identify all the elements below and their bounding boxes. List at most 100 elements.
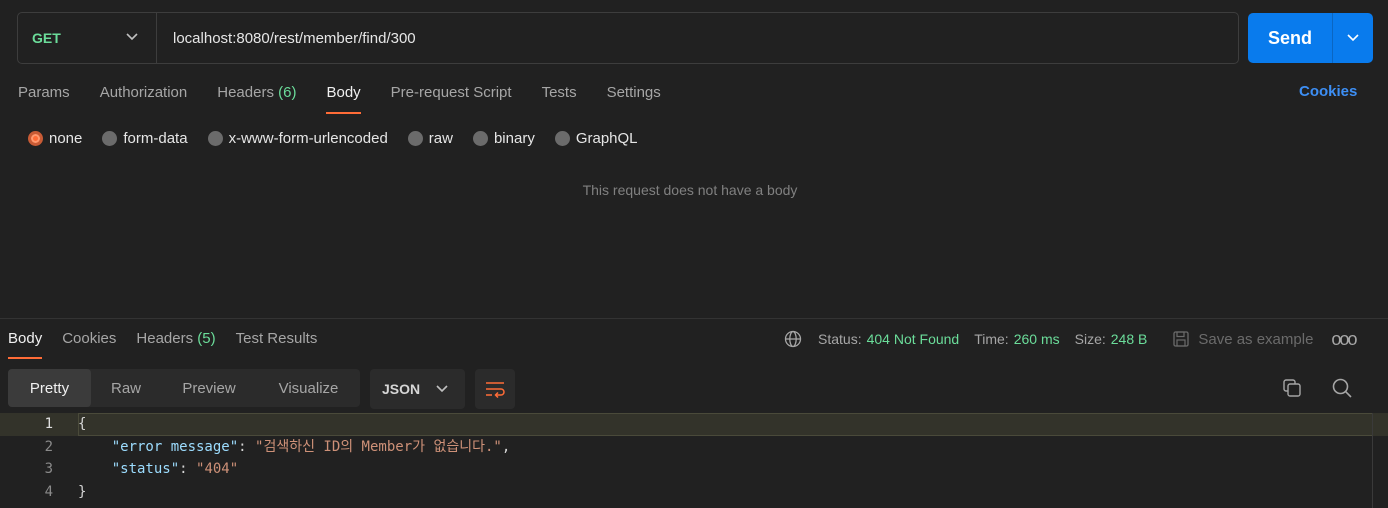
radio-none[interactable]: none [28,128,82,148]
tab-label: Params [18,84,70,101]
line-number: 2 [44,438,53,455]
radio-icon [207,130,223,146]
code-text: } [78,481,86,504]
code-text: { [78,413,86,436]
time-label: Time: [974,331,1009,347]
tab-label: Settings [606,84,661,101]
radio-label: x-www-form-urlencoded [228,129,388,147]
globe-icon[interactable] [784,330,802,348]
editor-scrollbar-track[interactable] [1372,413,1373,508]
radio-icon [554,130,570,146]
headers-count: (5) [197,330,216,347]
response-code-editor[interactable]: 1 { 2 "error message": "검색하신 ID의 Member가… [0,413,1388,503]
code-text: "error message": "검색하신 ID의 Member가 없습니다.… [111,438,511,455]
tab-headers[interactable]: Headers (6) [217,82,296,114]
chevron-down-icon [126,33,138,41]
line-number: 1 [44,416,53,432]
radio-checked-icon [28,130,43,146]
url-input[interactable]: localhost:8080/rest/member/find/300 [157,30,1238,47]
wrap-lines-button[interactable] [475,369,515,409]
tab-response-cookies[interactable]: Cookies [62,329,116,359]
line-number: 3 [44,461,53,477]
radio-label: raw [428,129,453,147]
time-indicator[interactable]: Time: 260 ms [974,331,1059,347]
method-label: GET [32,30,61,46]
time-value: 260 ms [1013,331,1060,347]
code-brace: { [78,416,87,432]
radio-form-data[interactable]: form-data [102,128,188,148]
save-as-example-button[interactable]: Save as example [1172,330,1313,348]
size-indicator[interactable]: Size: 248 B [1075,331,1148,347]
code-line: 1 { [0,413,1388,436]
view-preview[interactable]: Preview [161,369,257,407]
copy-button[interactable] [1281,377,1303,403]
tab-label: Tests [541,84,577,101]
format-select[interactable]: JSON [370,369,465,409]
radio-label: none [49,129,83,147]
radio-label: GraphQL [575,129,638,147]
radio-graphql[interactable]: GraphQL [554,128,638,148]
tab-label: Cookies [62,330,117,347]
size-value: 248 B [1110,331,1148,347]
radio-binary[interactable]: binary [472,128,535,148]
search-button[interactable] [1331,377,1353,403]
radio-label: binary [493,129,535,147]
no-body-message: This request does not have a body [582,182,798,198]
send-button[interactable]: Send [1248,28,1332,49]
headers-count: (6) [278,84,297,101]
tab-label: Body [8,330,43,347]
size-label: Size: [1074,331,1106,347]
request-tabs: Params Authorization Headers (6) Body Pr… [18,82,691,114]
tab-tests[interactable]: Tests [542,82,577,114]
view-raw[interactable]: Raw [91,369,161,407]
format-label: JSON [382,381,421,397]
json-key: "error message" [111,438,239,455]
code-line: 3 "status": "404" [0,458,1388,481]
send-button-group: Send [1248,13,1373,63]
code-line: 4 } [0,481,1388,504]
tab-body[interactable]: Body [326,82,361,114]
request-url-bar: GET localhost:8080/rest/member/find/300 [17,12,1239,64]
cookies-link[interactable]: Cookies [1299,83,1357,100]
view-visualize[interactable]: Visualize [257,369,360,407]
tab-label: Pre-request Script [390,84,512,101]
tab-label: Headers [136,330,194,347]
tab-pre-request-script[interactable]: Pre-request Script [391,82,512,114]
more-options-icon[interactable]: ooo [1331,329,1357,350]
save-icon [1173,331,1189,347]
json-key: "status" [111,461,180,477]
view-pretty[interactable]: Pretty [8,369,91,407]
wrap-lines-icon [486,382,505,398]
tab-test-results[interactable]: Test Results [236,329,318,359]
save-as-example-label: Save as example [1198,330,1314,348]
json-value: "검색하신 ID의 Member가 없습니다." [255,438,502,455]
radio-icon [102,130,118,146]
current-line-highlight [78,413,1373,436]
radio-icon [472,130,488,146]
status-value: 404 Not Found [866,331,960,347]
tab-label: Headers [217,84,274,101]
radio-raw[interactable]: raw [407,128,453,148]
method-select[interactable]: GET [18,13,157,63]
response-tabs: Body Cookies Headers (5) Test Results [8,329,337,359]
pane-divider[interactable] [0,318,1388,319]
tab-params[interactable]: Params [18,82,70,114]
tab-authorization[interactable]: Authorization [100,82,188,114]
search-icon [1332,378,1352,398]
tab-settings[interactable]: Settings [607,82,661,114]
status-indicator[interactable]: Status: 404 Not Found [818,331,959,347]
tab-response-body[interactable]: Body [8,329,43,359]
chevron-down-icon [436,385,448,393]
send-options-button[interactable] [1333,34,1373,42]
copy-icon [1283,379,1301,397]
status-label: Status: [818,331,862,347]
radio-x-www-form-urlencoded[interactable]: x-www-form-urlencoded [207,128,388,148]
radio-label: form-data [123,129,188,147]
code-text: "status": "404" [111,461,239,477]
code-line: 2 "error message": "검색하신 ID의 Member가 없습니… [0,436,1388,459]
body-type-radios: none form-data x-www-form-urlencoded raw… [28,128,658,148]
tab-response-headers[interactable]: Headers (5) [136,329,215,359]
tab-label: Body [326,84,361,101]
response-meta: Status: 404 Not Found Time: 260 ms Size: 24… [784,329,1357,350]
chevron-down-icon [1347,34,1359,42]
